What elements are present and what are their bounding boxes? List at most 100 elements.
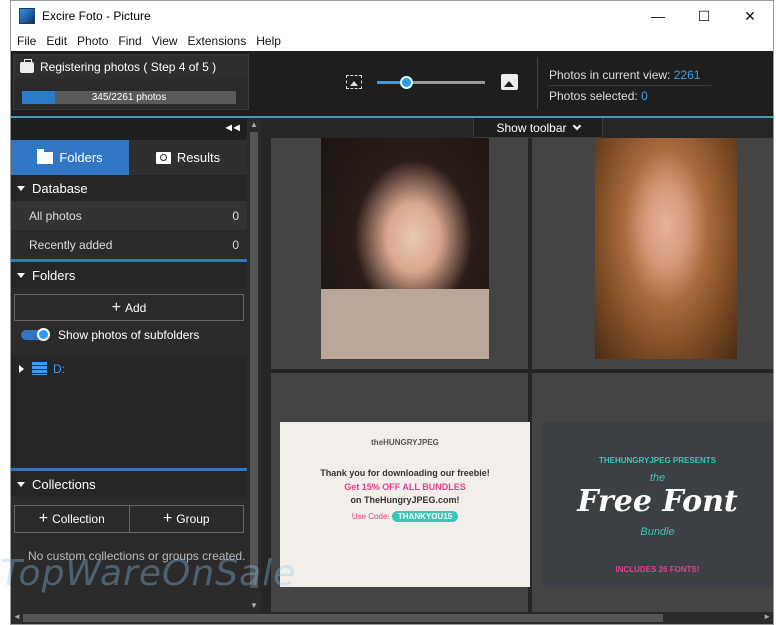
zoom-slider-thumb[interactable]: [400, 76, 414, 89]
toggle-knob: [37, 328, 50, 341]
promo-brand: theHUNGRYJPEG: [371, 438, 439, 447]
tab-results-label: Results: [176, 150, 221, 165]
tab-folders-label: Folders: [59, 150, 103, 165]
add-collection-label: Collection: [52, 512, 105, 526]
add-group-button[interactable]: + Group: [128, 506, 244, 532]
menu-find[interactable]: Find: [113, 34, 146, 48]
chevron-down-icon: [572, 121, 581, 130]
stat-selected-label: Photos selected:: [549, 89, 638, 103]
db-row-count: 0: [232, 237, 239, 252]
promo2-main: Free Font: [577, 484, 738, 519]
app-window: Excire Foto - Picture — ☐ ✕ File Edit Ph…: [10, 0, 774, 625]
zoom-slider[interactable]: [377, 76, 485, 89]
collapse-sidebar-icon[interactable]: ◄◄: [223, 122, 242, 134]
photo-tile[interactable]: [532, 138, 773, 369]
minimize-icon[interactable]: —: [635, 1, 681, 31]
tab-folders[interactable]: Folders: [11, 140, 129, 175]
close-icon[interactable]: ✕: [727, 1, 773, 31]
menu-file[interactable]: File: [11, 34, 41, 48]
menu-extensions[interactable]: Extensions: [183, 34, 252, 48]
promo2-includes: INCLUDES 26 FONTS!: [615, 565, 700, 574]
progress-text: 345/2261 photos: [91, 92, 167, 103]
sidebar-collapse-row: ◄◄: [11, 118, 247, 140]
collections-section-header[interactable]: Collections: [11, 471, 247, 497]
plus-icon: +: [162, 510, 173, 527]
window-controls: — ☐ ✕: [635, 1, 773, 31]
promo-line1: Thank you for downloading our freebie!: [320, 468, 490, 478]
menu-view[interactable]: View: [147, 34, 183, 48]
db-row-all-photos[interactable]: All photos 0: [11, 201, 247, 230]
search-icon: [155, 151, 171, 164]
scrollbar-thumb[interactable]: [250, 132, 258, 588]
stat-in-view-value: 2261: [673, 68, 701, 82]
photo-thumbnail-portrait-dark-hair[interactable]: [321, 138, 489, 359]
menu-edit[interactable]: Edit: [41, 34, 72, 48]
db-row-recently-added[interactable]: Recently added 0: [11, 230, 247, 259]
menu-help[interactable]: Help: [251, 34, 286, 48]
photo-thumbnail-portrait-blonde-hair[interactable]: [595, 138, 737, 359]
collections-header-label: Collections: [32, 476, 96, 492]
photo-thumbnail-free-font-bundle[interactable]: THEHUNGRYJPEG PRESENTS the Free Font Bun…: [542, 422, 773, 587]
db-row-label: All photos: [29, 208, 82, 223]
add-group-label: Group: [176, 512, 210, 526]
show-toolbar-button[interactable]: Show toolbar: [473, 118, 603, 138]
add-collection-button[interactable]: + Collection: [15, 506, 129, 532]
thumbnail-large-icon[interactable]: [501, 74, 518, 90]
top-status-bar: Registering photos ( Step 4 of 5 ) 345/2…: [11, 51, 773, 116]
horizontal-scrollbar[interactable]: ◄ ►: [11, 612, 773, 624]
scroll-down-icon[interactable]: ▼: [250, 601, 258, 610]
tab-results[interactable]: Results: [129, 140, 247, 175]
folders-header-label: Folders: [32, 267, 76, 283]
stat-selected-value: 0: [641, 89, 648, 103]
collection-buttons: + Collection + Group: [14, 505, 244, 533]
database-section-header[interactable]: Database: [11, 175, 247, 201]
plus-icon: +: [38, 510, 49, 527]
folder-tree-item-d[interactable]: D:: [11, 355, 247, 382]
stat-selected: Photos selected: 0: [549, 86, 711, 106]
sidebar-tabs: Folders Results: [11, 140, 247, 175]
promo-code-label: Use Code:: [351, 512, 390, 521]
promo2-presents: THEHUNGRYJPEG PRESENTS: [598, 456, 717, 465]
photo-thumbnail-promo-hungryjpeg[interactable]: theHUNGRYJPEG Thank you for downloading …: [280, 422, 530, 587]
scroll-right-icon[interactable]: ►: [763, 612, 771, 621]
promo-line2: Get 15% OFF ALL BUNDLES: [344, 482, 466, 492]
scrollbar-thumb[interactable]: [23, 614, 663, 622]
promo2-sub: Bundle: [640, 526, 675, 538]
photo-tile[interactable]: THEHUNGRYJPEG PRESENTS the Free Font Bun…: [532, 373, 773, 612]
db-row-count: 0: [232, 208, 239, 223]
add-folder-label: Add: [124, 300, 147, 315]
drive-icon: [32, 362, 47, 375]
folders-section-header[interactable]: Folders: [11, 262, 247, 288]
database-header-label: Database: [32, 180, 88, 196]
photo-tile[interactable]: theHUNGRYJPEG Thank you for downloading …: [271, 373, 530, 612]
briefcase-icon: [20, 58, 34, 73]
sidebar: ◄◄ Folders Results Database All photos 0…: [11, 118, 247, 612]
photo-stats: Photos in current view: 2261 Photos sele…: [549, 65, 711, 106]
sidebar-scrollbar[interactable]: ▲ ▼: [247, 118, 261, 612]
maximize-icon[interactable]: ☐: [681, 1, 727, 31]
add-folder-button[interactable]: + Add: [14, 294, 244, 321]
registration-progress-bar: 345/2261 photos: [22, 91, 236, 104]
show-toolbar-label: Show toolbar: [496, 120, 567, 135]
db-row-label: Recently added: [29, 237, 113, 252]
menu-photo[interactable]: Photo: [72, 34, 113, 48]
caret-down-icon: [17, 185, 25, 191]
registration-label: Registering photos ( Step 4 of 5 ): [40, 60, 217, 74]
stat-in-view-label: Photos in current view:: [549, 68, 671, 82]
caret-down-icon: [17, 481, 25, 487]
drive-label: D:: [53, 361, 65, 376]
subfolders-toggle-label: Show photos of subfolders: [58, 328, 200, 342]
promo-code-row: Use Code: THANKYOU15: [280, 511, 530, 522]
title-bar: Excire Foto - Picture — ☐ ✕: [11, 1, 773, 31]
divider: [537, 57, 538, 109]
plus-icon: +: [111, 298, 121, 316]
promo2-the: the: [649, 472, 666, 484]
promo-code: THANKYOU15: [391, 511, 459, 522]
caret-right-icon[interactable]: [19, 364, 24, 373]
caret-down-icon: [17, 272, 25, 278]
scroll-up-icon[interactable]: ▲: [250, 120, 258, 129]
thumbnail-small-icon[interactable]: [346, 75, 362, 89]
scroll-left-icon[interactable]: ◄: [13, 612, 21, 621]
subfolders-toggle[interactable]: [21, 328, 50, 341]
photo-tile[interactable]: [271, 138, 528, 369]
